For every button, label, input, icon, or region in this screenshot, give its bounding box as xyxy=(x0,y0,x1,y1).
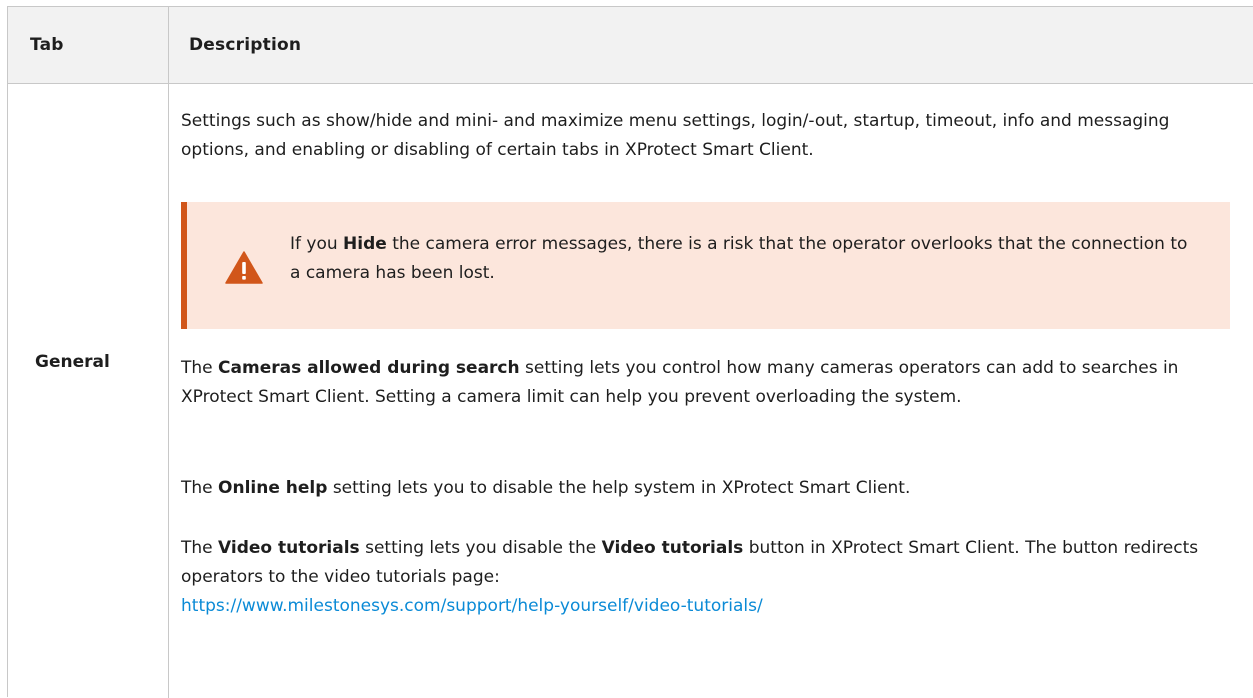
warning-callout: If you Hide the camera error messages, t… xyxy=(181,202,1230,329)
table-header-row: Tab Description xyxy=(8,7,1253,84)
general-settings-description: Settings such as show/hide and mini- and… xyxy=(181,111,1170,160)
video-tutorials-description: The Video tutorials setting lets you dis… xyxy=(181,538,1199,616)
cameras-allowed-description: The Cameras allowed during search settin… xyxy=(181,358,1179,407)
tab-name-general: General xyxy=(35,352,110,372)
warning-text: If you Hide the camera error messages, t… xyxy=(290,234,1188,283)
warning-bold-hide: Hide xyxy=(343,234,387,254)
setting-name-video-tutorials: Video tutorials xyxy=(218,538,360,558)
column-header-description: Description xyxy=(189,35,302,55)
column-divider xyxy=(168,7,169,698)
column-header-tab: Tab xyxy=(30,35,64,55)
online-help-description: The Online help setting lets you to disa… xyxy=(181,478,911,498)
setting-name-online-help: Online help xyxy=(218,478,328,498)
button-name-video-tutorials: Video tutorials xyxy=(601,538,744,558)
video-tutorials-link[interactable]: https://www.milestonesys.com/support/hel… xyxy=(181,596,763,616)
setting-name-cameras-allowed: Cameras allowed during search xyxy=(218,358,520,378)
warning-triangle-icon xyxy=(225,251,263,284)
